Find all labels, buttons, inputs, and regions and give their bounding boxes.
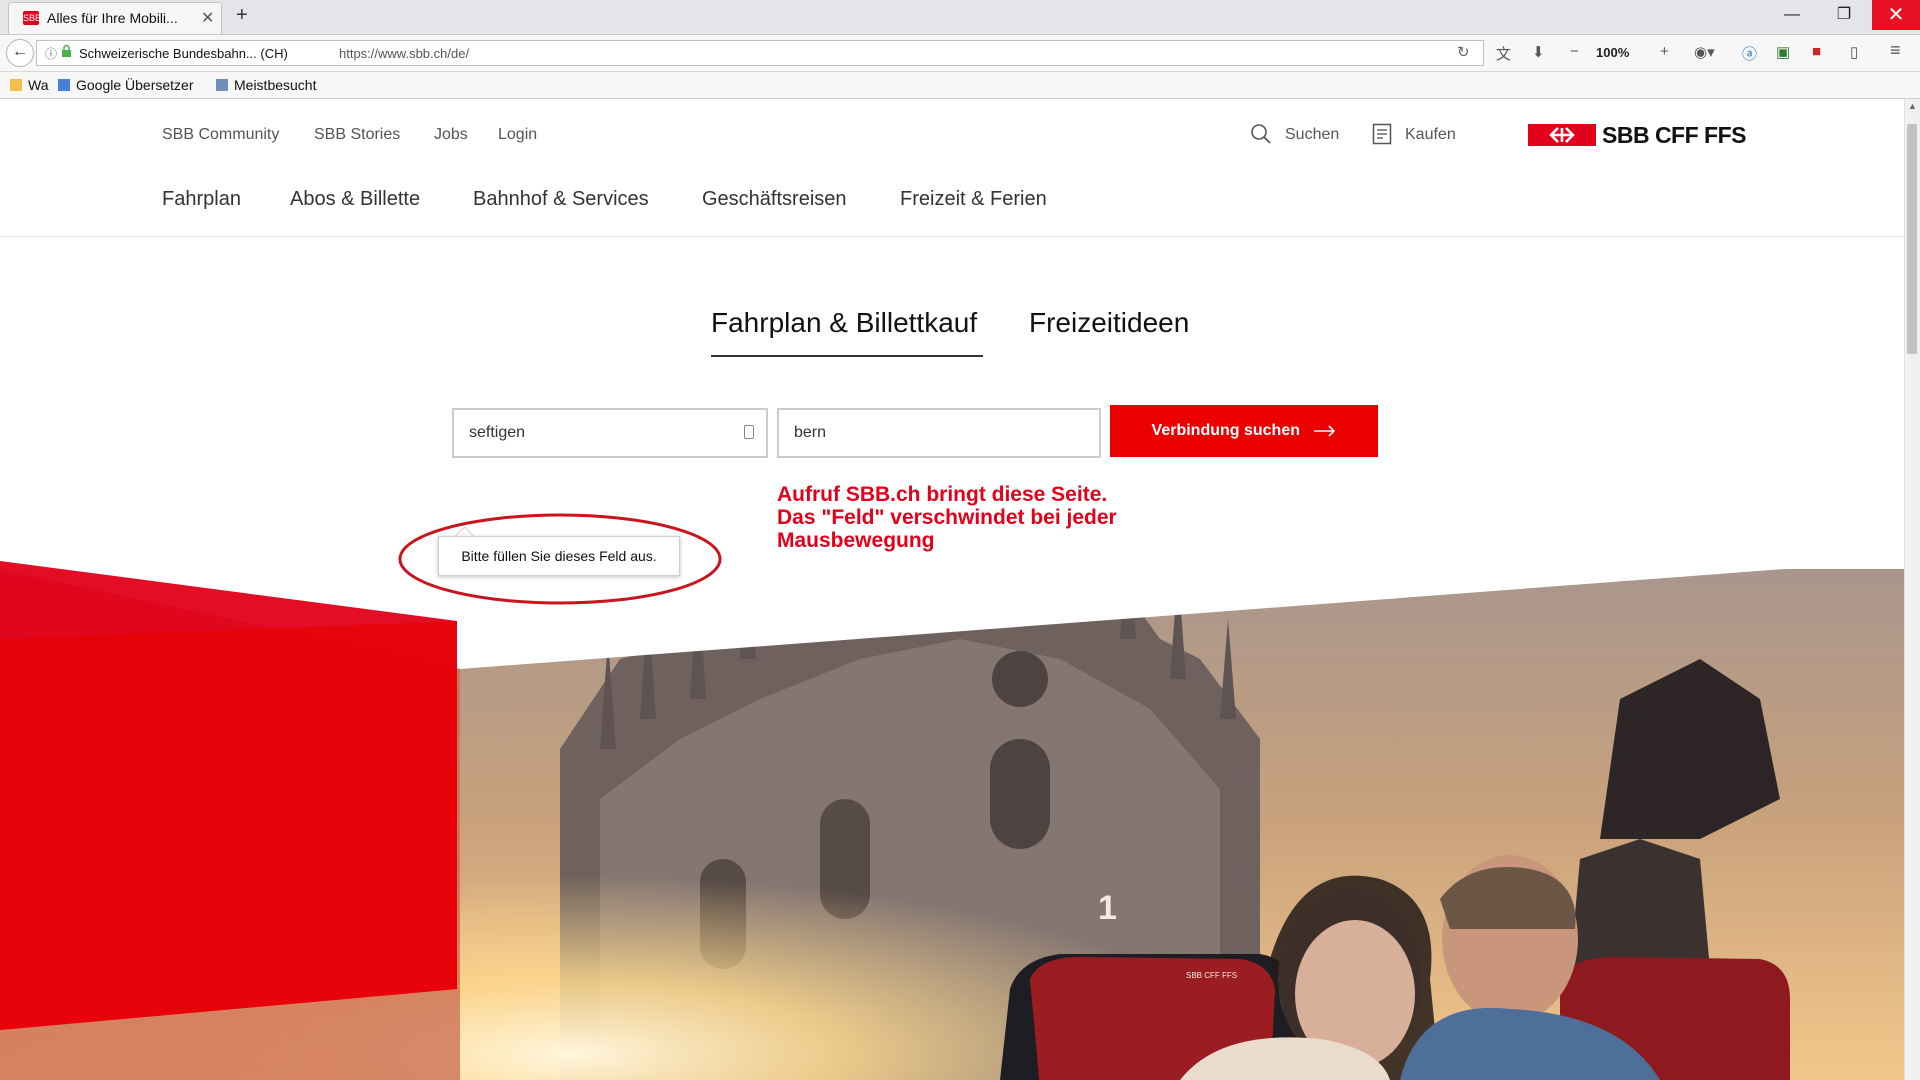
nav-geschaeftsreisen[interactable]: Geschäftsreisen: [702, 188, 847, 211]
nav-freizeit-ferien[interactable]: Freizeit & Ferien: [900, 188, 1047, 211]
browser-tab-bar: SBB Alles für Ihre Mobili... ✕ + — ❐ ✕: [0, 0, 1920, 35]
info-icon[interactable]: ⓘ: [45, 45, 57, 62]
page-icon[interactable]: ▯: [1850, 43, 1858, 61]
tab-fahrplan-billettkauf[interactable]: Fahrplan & Billettkauf: [711, 307, 977, 339]
scroll-up-icon[interactable]: ▲: [1908, 101, 1917, 111]
tab-freizeitideen[interactable]: Freizeitideen: [1029, 307, 1189, 339]
bookmark-item[interactable]: Google Übersetzer: [58, 77, 194, 93]
buy-link[interactable]: Kaufen: [1405, 126, 1456, 144]
hero-image: [0, 99, 1904, 1080]
tab-close-icon[interactable]: ✕: [201, 8, 214, 28]
connection-search-button[interactable]: Verbindung suchen: [1110, 405, 1378, 457]
nav-bahnhof-services[interactable]: Bahnhof & Services: [473, 188, 649, 211]
sbb-logo-text[interactable]: SBB CFF FFS: [1602, 122, 1747, 149]
contact-card-icon[interactable]: [744, 425, 754, 439]
header-divider: [0, 236, 1904, 237]
window-close-button[interactable]: ✕: [1872, 0, 1920, 30]
reload-icon[interactable]: ↻: [1457, 43, 1470, 61]
search-icon[interactable]: [1250, 123, 1272, 150]
seat-number: 1: [1098, 889, 1117, 927]
url-bar[interactable]: ⓘ Schweizerische Bundesbahn... (CH) http…: [36, 40, 1484, 66]
nav-abos-billette[interactable]: Abos & Billette: [290, 188, 420, 211]
folder-icon: [10, 79, 22, 91]
bookmark-label: Google Übersetzer: [76, 77, 194, 93]
translate-icon[interactable]: 文: [1496, 43, 1511, 64]
bookmark-label: Meistbesucht: [234, 77, 317, 93]
search-button-label: Verbindung suchen: [1151, 422, 1300, 439]
browser-nav-toolbar: ← ⓘ Schweizerische Bundesbahn... (CH) ht…: [0, 35, 1920, 72]
bookmarks-bar: Wa Google Übersetzer Meistbesucht: [0, 72, 1920, 99]
arrow-right-icon: [1314, 425, 1336, 437]
annotation-text: Aufruf SBB.ch bringt diese Seite. Das "F…: [777, 483, 1117, 552]
annotation-line: Mausbewegung: [777, 529, 935, 552]
sbb-addon-icon[interactable]: ◉▾: [1694, 43, 1715, 61]
a-addon-icon[interactable]: ⓐ: [1742, 43, 1757, 64]
download-arrow-icon[interactable]: ⬇: [1532, 43, 1545, 61]
lock-icon: [61, 44, 72, 60]
sbb-logo-icon[interactable]: [1528, 124, 1596, 146]
sbb-favicon-icon: SBB: [23, 11, 42, 25]
translate-icon: [58, 79, 70, 91]
bookmark-item[interactable]: Meistbesucht: [216, 77, 316, 93]
minimize-button[interactable]: —: [1768, 0, 1816, 30]
annotation-line: Das "Feld" verschwindet bei jeder: [777, 506, 1117, 529]
red-addon-icon[interactable]: ■: [1812, 43, 1821, 60]
nav-fahrplan[interactable]: Fahrplan: [162, 188, 241, 211]
zoom-level[interactable]: 100%: [1596, 45, 1629, 60]
nav-jobs[interactable]: Jobs: [434, 126, 468, 144]
most-visited-icon: [216, 79, 228, 91]
nav-login[interactable]: Login: [498, 126, 537, 144]
annotation-line: Aufruf SBB.ch bringt diese Seite.: [777, 483, 1108, 506]
nav-sbb-stories[interactable]: SBB Stories: [314, 126, 400, 144]
bookmark-item[interactable]: Wa: [10, 77, 48, 93]
map-addon-icon[interactable]: ▣: [1776, 43, 1790, 61]
tab-title: Alles für Ihre Mobili...: [47, 10, 178, 26]
annotation-circle: [398, 513, 722, 605]
seat-logo-text: SBB CFF FFS: [1186, 971, 1238, 980]
to-station-input[interactable]: [777, 408, 1101, 458]
new-tab-button[interactable]: +: [236, 4, 248, 27]
zoom-in-icon[interactable]: +: [1660, 43, 1669, 60]
url-text[interactable]: https://www.sbb.ch/de/: [339, 46, 469, 61]
maximize-button[interactable]: ❐: [1820, 0, 1868, 30]
page-viewport: 1 SBB CFF FFS SBB Community SBB Stories …: [0, 99, 1904, 1080]
active-tab-underline: [711, 355, 983, 357]
scrollbar-thumb[interactable]: [1907, 124, 1917, 354]
nav-sbb-community[interactable]: SBB Community: [162, 126, 279, 144]
site-identity: Schweizerische Bundesbahn... (CH): [79, 46, 288, 61]
ticket-icon[interactable]: [1372, 123, 1392, 150]
back-arrow-icon[interactable]: ←: [6, 39, 34, 67]
page-scrollbar[interactable]: ▲: [1904, 99, 1920, 1080]
browser-tab[interactable]: SBB Alles für Ihre Mobili... ✕: [8, 2, 222, 34]
bookmark-label: Wa: [28, 77, 49, 93]
search-link[interactable]: Suchen: [1285, 126, 1339, 144]
zoom-out-icon[interactable]: −: [1570, 43, 1579, 60]
from-station-input[interactable]: [452, 408, 768, 458]
hamburger-menu-icon[interactable]: ≡: [1890, 40, 1901, 61]
